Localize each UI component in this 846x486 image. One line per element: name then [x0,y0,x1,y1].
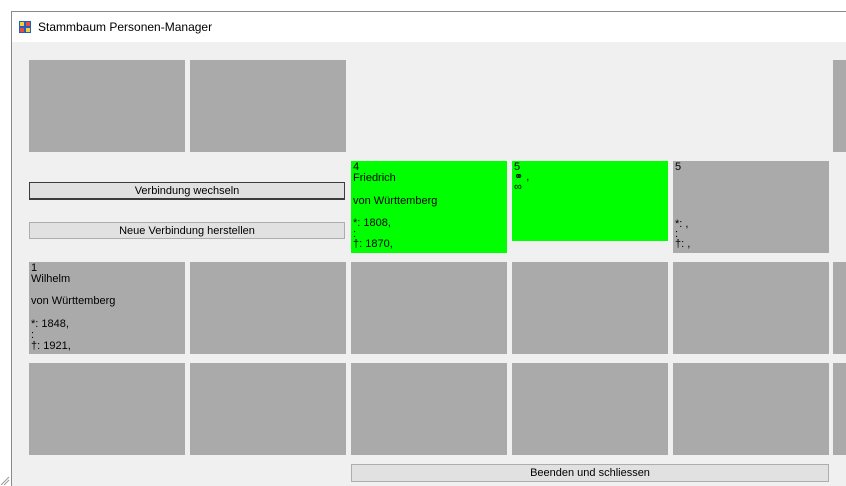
person-slot-r4c6[interactable] [833,363,846,455]
person-slot-r1c1[interactable] [29,60,185,152]
person-slot-r3c3[interactable] [351,262,507,354]
person-slot-r3c2[interactable] [190,262,346,354]
person-slot-r4c4[interactable] [512,363,668,455]
person-card-friedrich[interactable]: 4 Friedrich von Württemberg *: 1808, : †… [351,161,507,253]
person-slot-r4c3[interactable] [351,363,507,455]
person-first-name: Friedrich [353,172,396,184]
person-death: †: 1921, [31,340,71,352]
switch-connection-label: Verbindung wechseln [134,184,240,197]
person-slot-r4c1[interactable] [29,363,185,455]
exit-label: Beenden und schliessen [530,467,650,479]
person-birth: *: 1848, [31,318,69,330]
person-slot-r3c6[interactable] [833,262,846,354]
app-icon [19,21,31,33]
person-slot-r1c2[interactable] [190,60,346,152]
resize-grip-icon[interactable] [0,474,11,486]
person-card-empty[interactable]: 5 *: , : †: , [673,161,829,253]
marriage-card[interactable]: 5 ⚭ , ∞ [512,161,668,241]
person-slot-r3c5[interactable] [673,262,829,354]
new-connection-button[interactable]: Neue Verbindung herstellen [29,222,345,239]
person-birth: *: 1808, [353,217,391,229]
person-slot-r1c6[interactable] [833,60,846,152]
window-title: Stammbaum Personen-Manager [38,20,213,34]
person-last-name: von Württemberg [353,195,438,207]
person-death: †: , [675,238,691,250]
person-first-name: Wilhelm [31,273,71,285]
person-slot-r4c5[interactable] [673,363,829,455]
person-death: †: 1870, [353,238,393,250]
marriage-symbol: ∞ [514,181,522,193]
title-bar[interactable]: Stammbaum Personen-Manager [12,12,846,42]
person-slot-r3c4[interactable] [512,262,668,354]
person-last-name: von Württemberg [31,295,116,307]
person-slot-r4c2[interactable] [190,363,346,455]
exit-button[interactable]: Beenden und schliessen [351,464,829,482]
switch-connection-button[interactable]: Verbindung wechseln [29,182,345,199]
person-card-wilhelm[interactable]: 1 Wilhelm von Württemberg *: 1848, : †: … [29,262,185,354]
person-id: 5 [675,161,682,173]
new-connection-label: Neue Verbindung herstellen [119,224,255,237]
